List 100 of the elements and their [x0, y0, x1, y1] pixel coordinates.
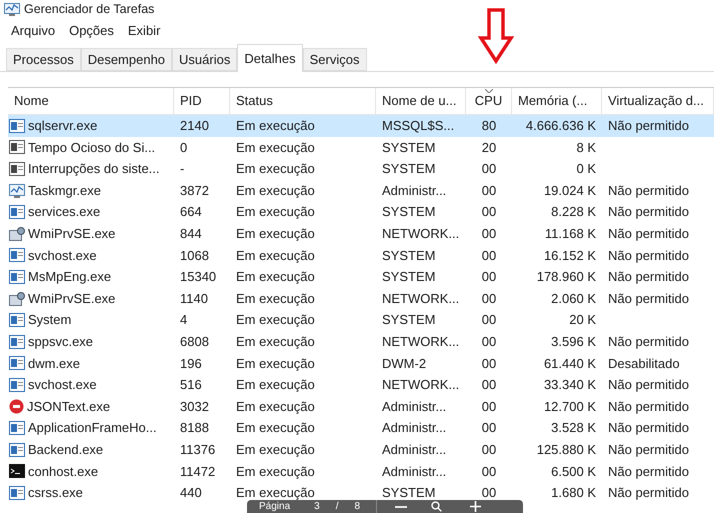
- process-row[interactable]: Tempo Ocioso do Si... 0 Em execução SYSTEM 20 8 K: [8, 136, 714, 158]
- window-icon: [9, 378, 25, 392]
- zoom-in-icon[interactable]: [470, 501, 482, 512]
- chart-monitor-icon: [4, 2, 20, 16]
- table-cell: SYSTEM: [382, 204, 436, 220]
- table-cell: Em execução: [236, 118, 315, 134]
- process-row[interactable]: Taskmgr.exe 3872 Em execução Administr... 00 19.024 K Não permitido: [8, 180, 714, 202]
- table-cell: Não permitido: [608, 420, 689, 436]
- tab[interactable]: Detalhes: [237, 44, 303, 72]
- table-cell: Não permitido: [608, 442, 689, 457]
- table-cell: Em execução: [236, 226, 315, 242]
- process-row[interactable]: services.exe 664 Em execução SYSTEM 00 8.228 K Não permitido: [8, 201, 714, 223]
- tab[interactable]: Processos: [6, 48, 81, 71]
- table-cell: 844: [180, 226, 202, 242]
- table-cell: Em execução: [236, 312, 315, 328]
- process-row[interactable]: sppsvc.exe 6808 Em execução NETWORK... 00 3.596 K Não permitido: [8, 330, 714, 353]
- table-cell: 1.680 K: [551, 485, 596, 500]
- table-cell: Não permitido: [608, 464, 689, 479]
- column-header[interactable]: Memória (...: [512, 88, 602, 114]
- menu-item[interactable]: Exibir: [120, 21, 168, 41]
- table-cell: Não permitido: [608, 290, 689, 306]
- menu-item[interactable]: Opções: [62, 21, 121, 41]
- table-cell: Em execução: [236, 161, 315, 176]
- table-cell-text: MsMpEng.exe: [28, 268, 112, 286]
- table-cell-text: WmiPrvSE.exe: [28, 290, 116, 308]
- process-row[interactable]: WmiPrvSE.exe 1140 Em execução NETWORK... 00 2.060 K Não permitido: [8, 288, 714, 310]
- tab[interactable]: Usuários: [172, 48, 238, 71]
- table-cell: 516: [180, 377, 202, 392]
- table-cell: 00: [482, 312, 496, 328]
- process-row[interactable]: JSONText.exe 3032 Em execução Administr... 00 12.700 K Não permitido: [8, 396, 714, 418]
- console-icon: [9, 464, 25, 478]
- table-cell: Não permitido: [608, 182, 689, 198]
- tab[interactable]: Desempenho: [80, 48, 172, 71]
- table-cell: 4.666.636 K: [526, 118, 596, 134]
- column-header[interactable]: Nome de u...: [376, 88, 466, 114]
- process-row[interactable]: conhost.exe 11472 Em execução Administr... 00 6.500 K Não permitido: [8, 460, 714, 482]
- column-header[interactable]: Status: [230, 88, 376, 114]
- process-row[interactable]: WmiPrvSE.exe 844 Em execução NETWORK... 00 11.168 K Não permitido: [8, 222, 714, 245]
- window-title: Gerenciador de Tarefas: [24, 0, 154, 18]
- window-icon: [9, 421, 25, 436]
- table-cell: Administr...: [382, 420, 446, 436]
- process-row[interactable]: MsMpEng.exe 15340 Em execução SYSTEM 00 178.960 K Não permitido: [8, 266, 714, 288]
- table-cell: Em execução: [236, 464, 315, 479]
- table-cell: 00: [482, 204, 496, 220]
- column-header[interactable]: Nome: [8, 88, 174, 114]
- page-label: Página: [259, 502, 290, 512]
- table-cell-text: JSONText.exe: [27, 398, 110, 416]
- table-cell: 11.168 K: [544, 226, 596, 242]
- table-cell: SYSTEM: [382, 140, 436, 155]
- process-row[interactable]: System 4 Em execução SYSTEM 00 20 K: [8, 309, 714, 331]
- zoom-icon[interactable]: [431, 501, 442, 512]
- table-cell: 00: [482, 420, 496, 436]
- process-row[interactable]: dwm.exe 196 Em execução DWM-2 00 61.440 K Desabilitado: [8, 352, 714, 374]
- window-icon: [9, 248, 25, 262]
- table-cell: SYSTEM: [382, 269, 436, 284]
- table-cell: 0 K: [576, 161, 596, 176]
- gear-window-icon: [9, 292, 25, 306]
- sort-caret-icon: [485, 89, 493, 93]
- column-header[interactable]: CPU: [466, 88, 512, 114]
- tab[interactable]: Serviços: [302, 48, 366, 71]
- page-number: 3: [314, 502, 320, 512]
- table-cell: 00: [482, 182, 496, 198]
- table-cell: 2.060 K: [551, 290, 596, 306]
- process-row[interactable]: sqlservr.exe 2140 Em execução MSSQL$S... 80 4.666.636 K Não permitido: [8, 115, 714, 137]
- table-cell: 8.228 K: [551, 204, 596, 220]
- gear-window-icon: [9, 226, 25, 241]
- column-header[interactable]: Virtualização d...: [602, 88, 714, 114]
- table-cell: 2140: [180, 118, 209, 134]
- table-cell: Em execução: [236, 442, 315, 457]
- window-icon: [9, 270, 25, 284]
- page-separator: /: [336, 502, 338, 512]
- process-row[interactable]: Interrupções do siste... - Em execução SYSTEM 00 0 K: [8, 158, 714, 180]
- table-cell-text: svchost.exe: [28, 246, 97, 265]
- table-cell: 4: [180, 312, 188, 328]
- window-icon: [9, 140, 25, 154]
- table-cell: 0: [180, 140, 188, 155]
- table-cell-text: sqlservr.exe: [28, 117, 98, 136]
- window-icon: [9, 356, 25, 370]
- table-cell: 196: [180, 356, 202, 371]
- table-cell: 178.960 K: [536, 269, 596, 284]
- table-cell: 00: [482, 464, 496, 479]
- process-row[interactable]: ApplicationFrameHo... 8188 Em execução Administr... 00 3.528 K Não permitido: [8, 417, 714, 439]
- table-cell: 00: [482, 398, 496, 414]
- table-cell: Não permitido: [608, 398, 689, 414]
- table-cell: 11472: [180, 464, 216, 479]
- process-row[interactable]: svchost.exe 1068 Em execução SYSTEM 00 16.152 K Não permitido: [8, 244, 714, 266]
- table-cell: DWM-2: [382, 356, 426, 371]
- column-header[interactable]: PID: [174, 88, 230, 114]
- process-row[interactable]: svchost.exe 516 Em execução NETWORK... 00 33.340 K Não permitido: [8, 374, 714, 396]
- process-row[interactable]: Backend.exe 11376 Em execução Administr... 00 125.880 K Não permitido: [8, 438, 714, 460]
- window-icon: [9, 118, 25, 133]
- no-entry-icon: [9, 399, 24, 414]
- table-cell: 00: [482, 442, 496, 457]
- table-cell: SYSTEM: [382, 485, 436, 500]
- table-cell: Em execução: [236, 377, 315, 392]
- table-cell: Não permitido: [608, 248, 689, 263]
- table-cell: 3.596 K: [551, 334, 596, 349]
- menu-item[interactable]: Arquivo: [4, 21, 62, 41]
- table-cell: 3872: [180, 182, 209, 198]
- table-cell-text: svchost.exe: [28, 376, 97, 394]
